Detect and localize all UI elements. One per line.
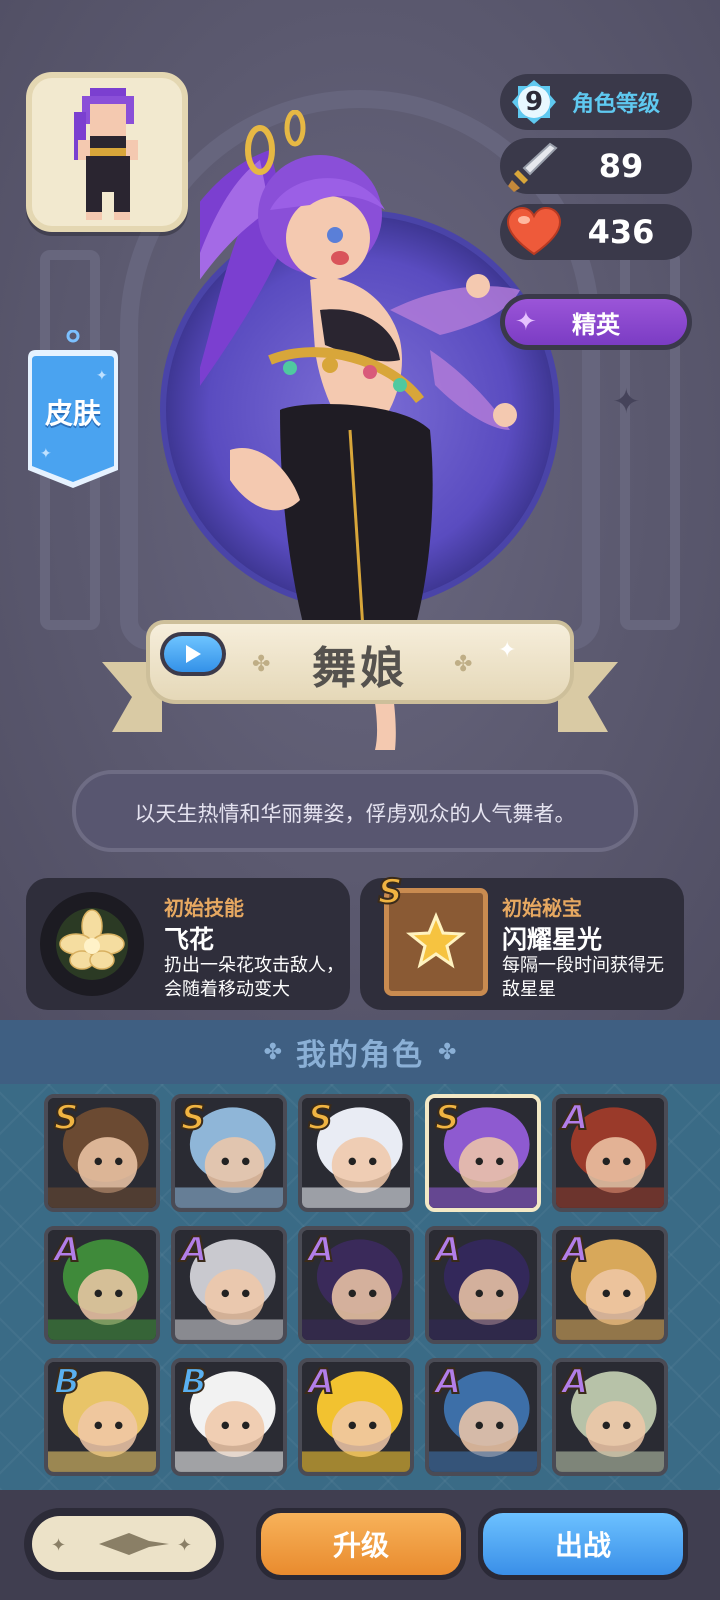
skin-label: 皮肤 — [44, 397, 101, 430]
grade-badge: A — [561, 1230, 589, 1271]
back-button[interactable]: ✦ ✦ — [24, 1508, 224, 1580]
svg-text:✦: ✦ — [51, 1535, 66, 1556]
hp-stat: 436 — [500, 204, 692, 260]
character-slot[interactable]: S — [171, 1094, 287, 1212]
grade-badge: A — [307, 1230, 335, 1271]
character-slot[interactable]: A — [552, 1358, 668, 1476]
flourish-icon: ✤ — [454, 652, 473, 677]
character-slot[interactable]: A — [552, 1226, 668, 1344]
grade-badge: A — [561, 1098, 589, 1139]
treasure-description: 每隔一段时间获得无敌星星 — [502, 955, 664, 1000]
character-slot[interactable]: A — [552, 1094, 668, 1212]
back-arrow-icon: ✦ ✦ — [51, 1533, 192, 1556]
character-description: 以天生热情和华丽舞姿，俘虏观众的人气舞者。 — [134, 802, 576, 826]
treasure-title: 初始秘宝 — [502, 896, 582, 920]
grade-badge: B — [53, 1362, 81, 1403]
upgrade-label: 升级 — [261, 1513, 461, 1575]
grade-badge: S — [434, 1098, 460, 1139]
treasure-grade: S — [377, 871, 403, 913]
grade-badge: B — [180, 1362, 208, 1403]
treasure-card[interactable]: S 初始秘宝 闪耀星光 每隔一段时间获得无敌星星 — [360, 871, 684, 1010]
sparkle-icon: ✦ — [612, 382, 641, 422]
character-slot[interactable]: A — [425, 1226, 541, 1344]
flower-skill-icon — [40, 892, 144, 996]
roster-header: ✤ 我的角色 ✤ — [0, 1020, 720, 1084]
character-slot[interactable]: S — [44, 1094, 160, 1212]
sword-icon — [508, 142, 558, 192]
skill-name: 飞花 — [164, 925, 215, 954]
hp-value: 436 — [587, 213, 655, 251]
skill-description: 扔出一朵花攻击敌人，会随着移动变大 — [164, 955, 344, 1000]
flourish-icon: ✤ — [263, 1039, 282, 1065]
play-voice-button[interactable] — [160, 632, 226, 676]
deploy-label: 出战 — [483, 1513, 683, 1575]
svg-text:✦: ✦ — [96, 368, 108, 384]
rank-label: 精英 — [572, 310, 620, 339]
character-slot[interactable]: B — [44, 1358, 160, 1476]
sparkle-icon: ✦ — [498, 638, 517, 663]
character-slot[interactable]: A — [425, 1358, 541, 1476]
svg-text:✦: ✦ — [177, 1535, 192, 1556]
play-icon — [186, 645, 201, 663]
level-label: 角色等级 — [572, 92, 661, 117]
attack-value: 89 — [598, 147, 644, 185]
character-grid: S S S S A A A A A A B B A A A — [44, 1094, 676, 1476]
grade-badge: A — [307, 1362, 335, 1403]
attack-stat: 89 — [500, 138, 692, 194]
pixel-sprite-icon — [74, 88, 138, 220]
upgrade-button[interactable]: 升级 — [256, 1508, 466, 1580]
description-box: 以天生热情和华丽舞姿，俘虏观众的人气舞者。 — [72, 770, 638, 852]
character-slot[interactable]: A — [171, 1226, 287, 1344]
star-treasure-icon — [406, 912, 466, 969]
roster-title: 我的角色 — [296, 1038, 424, 1073]
grade-badge: A — [561, 1362, 589, 1403]
character-portrait[interactable] — [26, 72, 188, 232]
grade-badge: S — [53, 1098, 79, 1139]
flourish-icon: ✤ — [252, 652, 271, 677]
character-slot[interactable]: S — [298, 1094, 414, 1212]
bottom-bar: ✦ ✦ 升级 出战 — [0, 1490, 720, 1600]
grade-badge: S — [307, 1098, 333, 1139]
heart-icon — [506, 206, 562, 256]
name-banner: 舞娘 ✤ ✤ ✦ — [102, 616, 618, 746]
svg-text:✦: ✦ — [40, 446, 52, 462]
grade-badge: A — [53, 1230, 81, 1271]
flourish-icon: ✤ — [438, 1039, 457, 1065]
skin-button[interactable]: ✦ ✦ 皮肤 — [26, 330, 120, 490]
grade-badge: A — [434, 1362, 462, 1403]
character-slot[interactable]: S — [425, 1094, 541, 1212]
character-slot[interactable]: A — [44, 1226, 160, 1344]
character-slot[interactable]: A — [298, 1358, 414, 1476]
treasure-name: 闪耀星光 — [502, 925, 603, 954]
skill-title: 初始技能 — [164, 896, 244, 920]
grade-badge: A — [180, 1230, 208, 1271]
level-number: 9 — [524, 87, 544, 117]
grade-badge: S — [180, 1098, 206, 1139]
character-slot[interactable]: A — [298, 1226, 414, 1344]
deploy-button[interactable]: 出战 — [478, 1508, 688, 1580]
star-icon: ✦ — [515, 307, 537, 337]
level-badge: 9 — [510, 78, 558, 126]
level-stat: 9 角色等级 — [500, 74, 692, 130]
grade-badge: A — [434, 1230, 462, 1271]
character-slot[interactable]: B — [171, 1358, 287, 1476]
rank-badge: ✦ 精英 — [500, 294, 692, 350]
skill-card[interactable]: 初始技能 飞花 扔出一朵花攻击敌人，会随着移动变大 — [26, 878, 350, 1010]
